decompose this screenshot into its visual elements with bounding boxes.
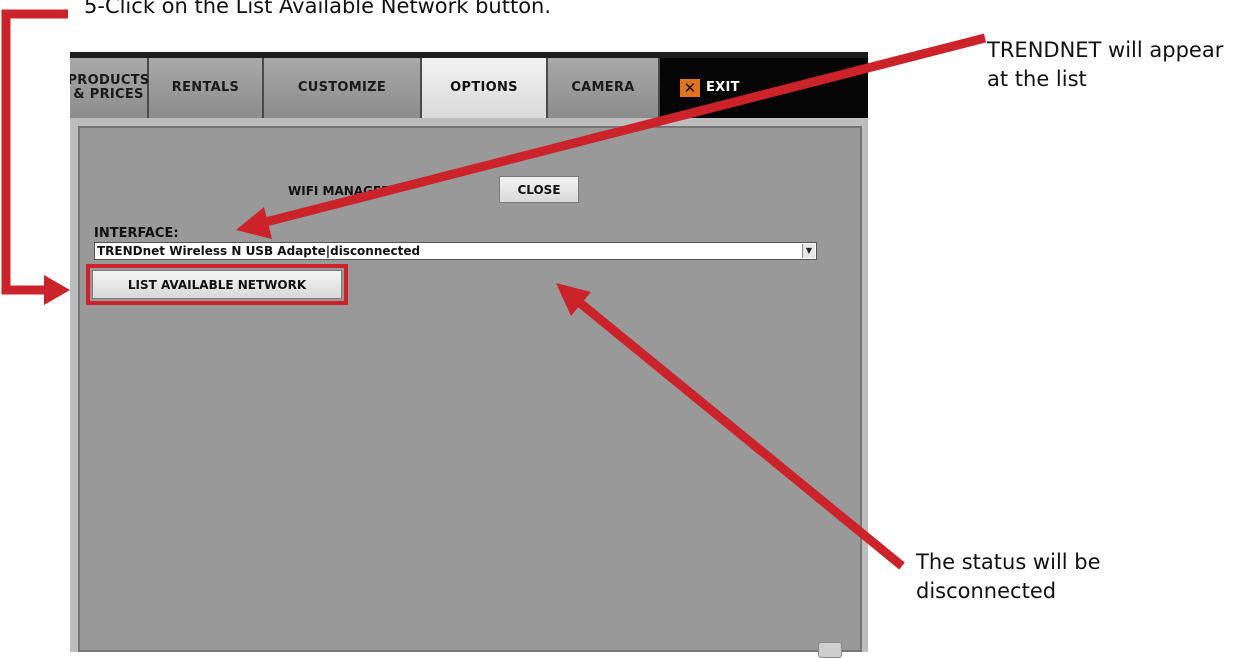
- tab-rentals[interactable]: RENTALS: [149, 58, 264, 118]
- tab-bar: PRODUCTS & PRICES RENTALS CUSTOMIZE OPTI…: [70, 58, 868, 118]
- tab-options[interactable]: OPTIONS: [422, 58, 548, 118]
- corner-button[interactable]: [818, 642, 842, 658]
- highlight-box: [86, 264, 348, 305]
- bracket-arrow-head: [44, 275, 70, 305]
- bracket-arrow-line: [1, 9, 68, 295]
- instruction-step: 5-Click on the List Available Network bu…: [84, 0, 552, 18]
- exit-label: EXIT: [706, 80, 740, 95]
- interface-select[interactable]: TRENDnet Wireless N USB Adapte|disconnec…: [94, 242, 817, 260]
- wifi-manager-title: WIFI MANAGER: [288, 184, 391, 198]
- note-status-disconnected: The status will be disconnected: [916, 550, 1101, 603]
- tab-products-prices[interactable]: PRODUCTS & PRICES: [70, 58, 149, 118]
- close-x-icon: ✕: [680, 79, 700, 97]
- wifi-manager-panel: [78, 126, 862, 652]
- exit-button[interactable]: ✕ EXIT: [660, 58, 868, 118]
- tab-customize[interactable]: CUSTOMIZE: [264, 58, 422, 118]
- interface-label: INTERFACE:: [94, 226, 179, 241]
- close-button[interactable]: CLOSE: [499, 176, 579, 203]
- tab-camera[interactable]: CAMERA: [548, 58, 660, 118]
- interface-select-value: TRENDnet Wireless N USB Adapte|disconnec…: [97, 244, 421, 258]
- chevron-down-icon[interactable]: ▼: [802, 244, 815, 258]
- options-panel-frame: [70, 118, 868, 652]
- app-window: PRODUCTS & PRICES RENTALS CUSTOMIZE OPTI…: [70, 52, 868, 652]
- note-trendnet-list: TRENDNET will appear at the list: [987, 38, 1224, 91]
